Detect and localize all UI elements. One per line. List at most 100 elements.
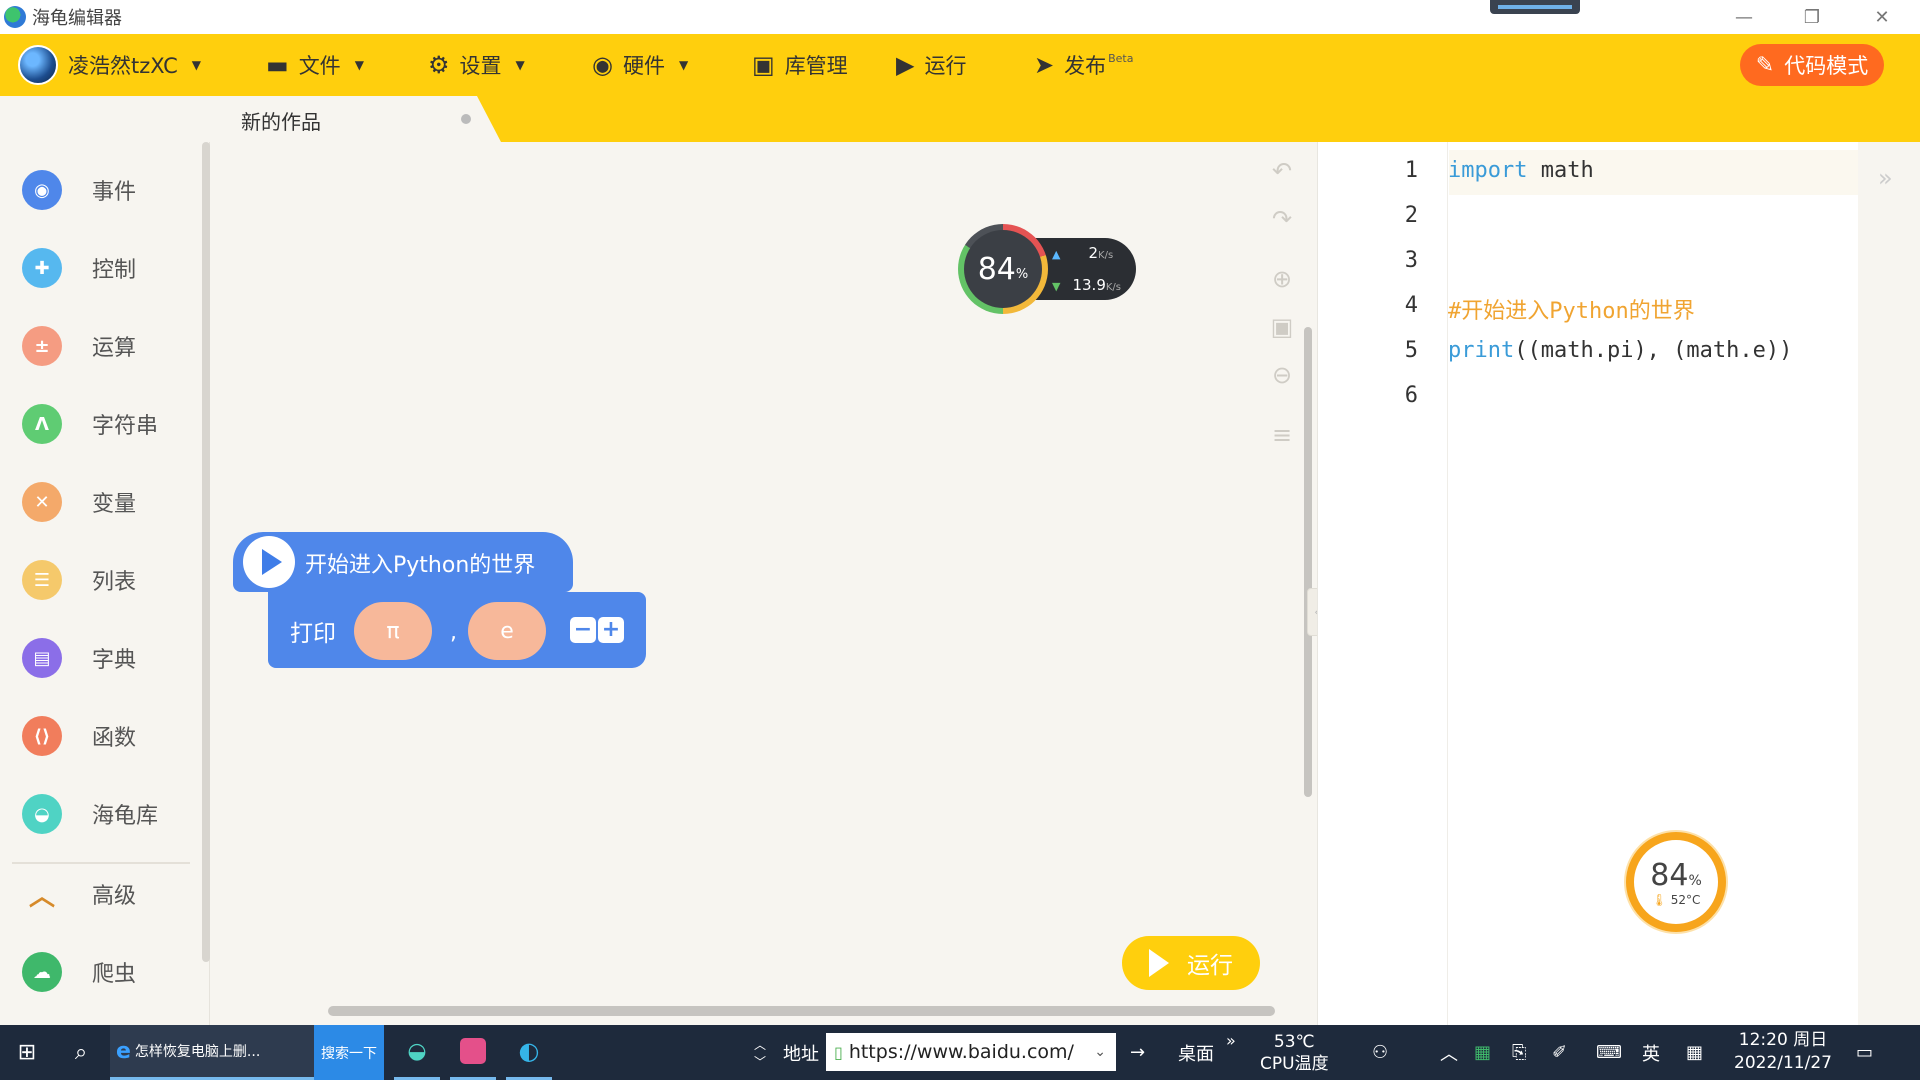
- sidebar-scrollbar[interactable]: [202, 142, 210, 962]
- cpu-percent-value: 84: [1650, 857, 1689, 893]
- edge-browser-taskbar-icon[interactable]: ◐: [506, 1025, 552, 1080]
- code-line-5[interactable]: print((math.pi), (math.e)): [1448, 338, 1792, 363]
- remove-argument-button[interactable]: −: [570, 617, 596, 643]
- code-mode-button[interactable]: ✎ 代码模式: [1740, 44, 1884, 86]
- code-icon: ⟨⟩: [22, 716, 62, 756]
- hat-block-label: 开始进入Python的世界: [305, 553, 536, 578]
- sidebar-item-label: 爬虫: [92, 962, 137, 987]
- redo-icon[interactable]: ↷: [1267, 204, 1297, 234]
- address-input[interactable]: ▯ https://www.baidu.com/ ⌄: [826, 1033, 1116, 1071]
- menu-file[interactable]: ▬ 文件 ▼: [266, 34, 364, 96]
- user-menu[interactable]: 凌浩然tzXC ▼: [18, 45, 201, 85]
- menu-publish[interactable]: ➤ 发布 Beta: [1034, 34, 1133, 96]
- chevron-down-icon[interactable]: ⌄: [1094, 1044, 1106, 1060]
- keyboard-icon[interactable]: ⌨: [1596, 1025, 1622, 1080]
- page-icon: ▯: [834, 1042, 843, 1062]
- sidebar-item-control[interactable]: ✚ 控制: [22, 243, 136, 293]
- run-button[interactable]: 运行: [1122, 936, 1260, 990]
- double-chevron-right-icon[interactable]: »: [1226, 1025, 1236, 1080]
- workspace-horizontal-scrollbar[interactable]: [328, 1006, 1275, 1016]
- code-line-1[interactable]: import math: [1448, 158, 1594, 183]
- translate-icon[interactable]: ⎘: [1512, 1025, 1526, 1080]
- search-icon[interactable]: ⌕: [58, 1025, 104, 1080]
- sidebar-item-dictionary[interactable]: ▤ 字典: [22, 633, 136, 683]
- menu-run[interactable]: ▶ 运行: [896, 34, 966, 96]
- search-go-button[interactable]: 搜索一下: [314, 1025, 384, 1080]
- turtle-editor-taskbar-icon[interactable]: ◒: [394, 1025, 440, 1080]
- menu-library[interactable]: ▣ 库管理: [752, 34, 848, 96]
- sidebar-item-label: 列表: [92, 570, 137, 595]
- line-number: 5: [1404, 338, 1418, 363]
- block-workspace[interactable]: 开始进入Python的世界 打印 π , e − + ↶ ↷ ⊕ ▣ ⊖ ≡ ‹…: [211, 142, 1331, 1025]
- zoom-reset-icon[interactable]: ▣: [1267, 312, 1297, 342]
- restore-icon[interactable]: ❐: [1784, 0, 1840, 34]
- go-arrow-icon[interactable]: →: [1130, 1025, 1145, 1080]
- double-chevron-right-icon[interactable]: »: [1878, 164, 1893, 192]
- network-monitor-widget[interactable]: 84% ▲ 2K/s ▼ 13.9K/s: [958, 224, 1136, 314]
- code-editor-panel[interactable]: 1 2 3 4 5 6 import math #开始进入Python的世界 p…: [1317, 142, 1859, 1025]
- minimize-icon[interactable]: —: [1716, 0, 1772, 34]
- zoom-out-icon[interactable]: ⊖: [1267, 360, 1297, 390]
- cpu-temp-tray-label: CPU温度: [1260, 1053, 1329, 1074]
- robot-icon: ◉: [592, 51, 613, 79]
- start-windows-icon[interactable]: ⊞: [4, 1025, 50, 1080]
- tab-strip: 新的作品: [0, 96, 1920, 142]
- ime-layout-icon[interactable]: ▦: [1686, 1025, 1703, 1080]
- add-argument-button[interactable]: +: [598, 617, 624, 643]
- undo-icon[interactable]: ↶: [1267, 156, 1297, 186]
- sidebar-item-label: 高级: [92, 884, 137, 909]
- code-line-4[interactable]: #开始进入Python的世界: [1448, 293, 1695, 325]
- cpu-temp-tray-value: 53℃: [1273, 1031, 1315, 1052]
- tab-new-project[interactable]: 新的作品: [211, 96, 501, 142]
- percent-sign: %: [1015, 266, 1029, 282]
- sidebar-item-advanced[interactable]: ︿ 高级: [22, 869, 136, 919]
- print-block[interactable]: 打印 π , e − +: [268, 592, 646, 668]
- music-app-taskbar-icon[interactable]: [450, 1025, 496, 1080]
- cpu-temp-value: 52°C: [1670, 892, 1701, 907]
- sidebar-item-lists[interactable]: ☰ 列表: [22, 555, 136, 605]
- align-blocks-icon[interactable]: ≡: [1267, 420, 1297, 450]
- sidebar-item-label: 字符串: [92, 414, 159, 439]
- sidebar-divider: [12, 862, 190, 864]
- cpu-monitor-widget[interactable]: 84% 🌡 52°C: [1626, 832, 1726, 932]
- cpu-gauge-value: 84%: [964, 230, 1042, 308]
- tiles-app-icon[interactable]: ▦: [1474, 1025, 1491, 1080]
- title-bar: 海龟编辑器 — ❐ ✕: [0, 0, 1920, 34]
- sidebar-item-events[interactable]: ◉ 事件: [22, 165, 136, 215]
- zoom-in-icon[interactable]: ⊕: [1267, 264, 1297, 294]
- block-category-sidebar: ◉ 事件 ✚ 控制 ± 运算 Λ 字符串 ✕ 变量 ☰ 列表 ▤ 字典 ⟨⟩ 函…: [0, 142, 210, 1025]
- desktop-toolbar-label[interactable]: 桌面: [1178, 1025, 1214, 1080]
- sidebar-item-operators[interactable]: ± 运算: [22, 321, 136, 371]
- sidebar-item-turtle[interactable]: ◒ 海龟库: [22, 789, 158, 839]
- paper-plane-icon: ➤: [1034, 51, 1055, 79]
- chevron-up-icon[interactable]: ︿: [1440, 1025, 1458, 1080]
- pi-value-block[interactable]: π: [354, 602, 432, 660]
- sidebar-item-label: 运算: [92, 336, 137, 361]
- cpu-temperature: 🌡 52°C: [1652, 893, 1701, 907]
- start-hat-block[interactable]: 开始进入Python的世界: [233, 532, 573, 592]
- arrow-up-icon: ▲: [1052, 248, 1061, 261]
- code-mode-label: 代码模式: [1784, 54, 1869, 78]
- menu-settings[interactable]: ⚙ 设置 ▼: [428, 34, 525, 96]
- app-logo-icon: [4, 6, 26, 28]
- workspace-vertical-scrollbar[interactable]: [1304, 327, 1312, 797]
- keyword-import: import: [1448, 158, 1528, 183]
- sidebar-item-functions[interactable]: ⟨⟩ 函数: [22, 711, 136, 761]
- pencil-icon: ✎: [1755, 52, 1775, 78]
- people-icon[interactable]: ⚇: [1372, 1025, 1388, 1080]
- sidebar-item-strings[interactable]: Λ 字符串: [22, 399, 158, 449]
- menu-hardware[interactable]: ◉ 硬件 ▼: [592, 34, 688, 96]
- taskbar-ie-window[interactable]: e 怎样恢复电脑上删...: [110, 1025, 314, 1080]
- e-value-block[interactable]: e: [468, 602, 546, 660]
- notification-icon[interactable]: ▭: [1856, 1025, 1873, 1080]
- sidebar-item-variables[interactable]: ✕ 变量: [22, 477, 136, 527]
- ime-mode-label[interactable]: 英: [1642, 1025, 1660, 1080]
- sidebar-item-crawler[interactable]: ☁ 爬虫: [22, 947, 136, 997]
- close-icon[interactable]: ✕: [1854, 0, 1910, 34]
- pen-icon[interactable]: ✐: [1552, 1025, 1567, 1080]
- letter-a-icon: Λ: [22, 404, 62, 444]
- toolbar-scroll-arrows[interactable]: ︿ ﹀: [748, 1025, 772, 1080]
- print-block-label: 打印: [290, 621, 336, 647]
- system-clock[interactable]: 12:20 周日 2022/11/27: [1728, 1029, 1838, 1075]
- window-title: 海龟编辑器: [32, 8, 122, 29]
